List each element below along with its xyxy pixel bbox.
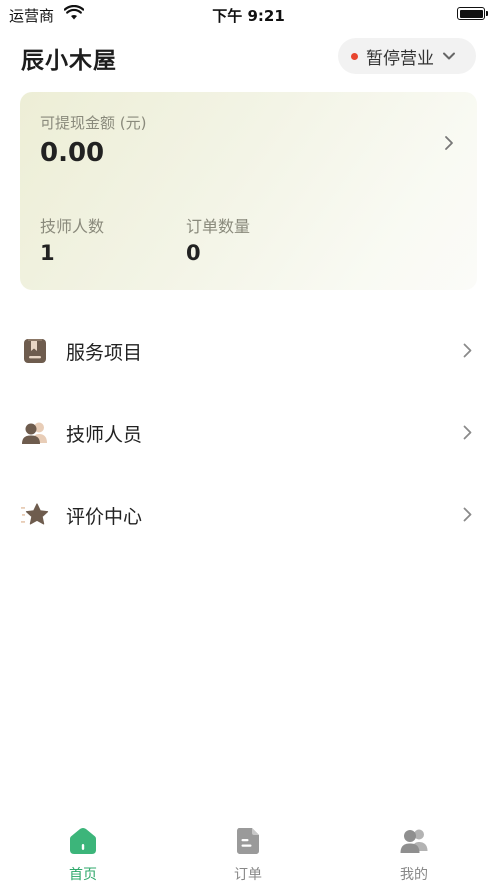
app-screen: 运营商 下午 9:21 辰小木屋 暂停营业 可提现金额 (元) 0.00 技师人… bbox=[0, 0, 497, 883]
technician-count-label: 技师人数 bbox=[40, 217, 105, 236]
profile-icon bbox=[400, 829, 428, 853]
withdrawable-amount: 0.00 bbox=[40, 138, 105, 168]
status-bar: 运营商 下午 9:21 bbox=[0, 0, 497, 28]
chevron-right-icon bbox=[463, 343, 472, 358]
clock: 下午 9:21 bbox=[212, 7, 285, 25]
tab-label: 我的 bbox=[400, 867, 428, 883]
menu-item-review-center[interactable]: 评价中心 bbox=[0, 484, 497, 544]
business-status-label: 暂停营业 bbox=[366, 48, 434, 69]
menu-item-label: 服务项目 bbox=[66, 342, 143, 364]
battery-icon bbox=[457, 7, 488, 20]
menu-item-label: 评价中心 bbox=[66, 506, 143, 528]
menu-item-label: 技师人员 bbox=[66, 424, 143, 446]
tab-label: 首页 bbox=[69, 867, 97, 883]
order-icon bbox=[237, 828, 259, 854]
technician-count-value: 1 bbox=[40, 241, 55, 265]
star-icon bbox=[21, 503, 49, 525]
menu-item-technicians[interactable]: 技师人员 bbox=[0, 402, 497, 462]
menu-item-service-items[interactable]: 服务项目 bbox=[0, 320, 497, 380]
chevron-right-icon bbox=[463, 425, 472, 440]
home-icon bbox=[70, 828, 96, 854]
bottom-tab-bar: 首页 订单 我的 bbox=[0, 818, 497, 883]
chevron-down-icon bbox=[443, 52, 455, 60]
tab-label: 订单 bbox=[234, 867, 262, 883]
chevron-right-icon bbox=[463, 507, 472, 522]
withdrawable-label: 可提现金额 (元) bbox=[40, 114, 147, 132]
order-count-label: 订单数量 bbox=[186, 217, 251, 236]
service-book-icon bbox=[24, 339, 46, 363]
tab-profile[interactable]: 我的 bbox=[354, 818, 474, 883]
tab-orders[interactable]: 订单 bbox=[188, 818, 308, 883]
business-status-dropdown[interactable]: 暂停营业 bbox=[338, 38, 476, 74]
chevron-right-icon[interactable] bbox=[444, 135, 454, 151]
order-count-value: 0 bbox=[186, 241, 201, 265]
technicians-icon bbox=[22, 422, 47, 444]
summary-card[interactable]: 可提现金额 (元) 0.00 技师人数 1 订单数量 0 bbox=[20, 92, 477, 290]
page-title: 辰小木屋 bbox=[21, 48, 117, 74]
tab-home[interactable]: 首页 bbox=[23, 818, 143, 883]
status-dot-icon bbox=[351, 52, 358, 60]
